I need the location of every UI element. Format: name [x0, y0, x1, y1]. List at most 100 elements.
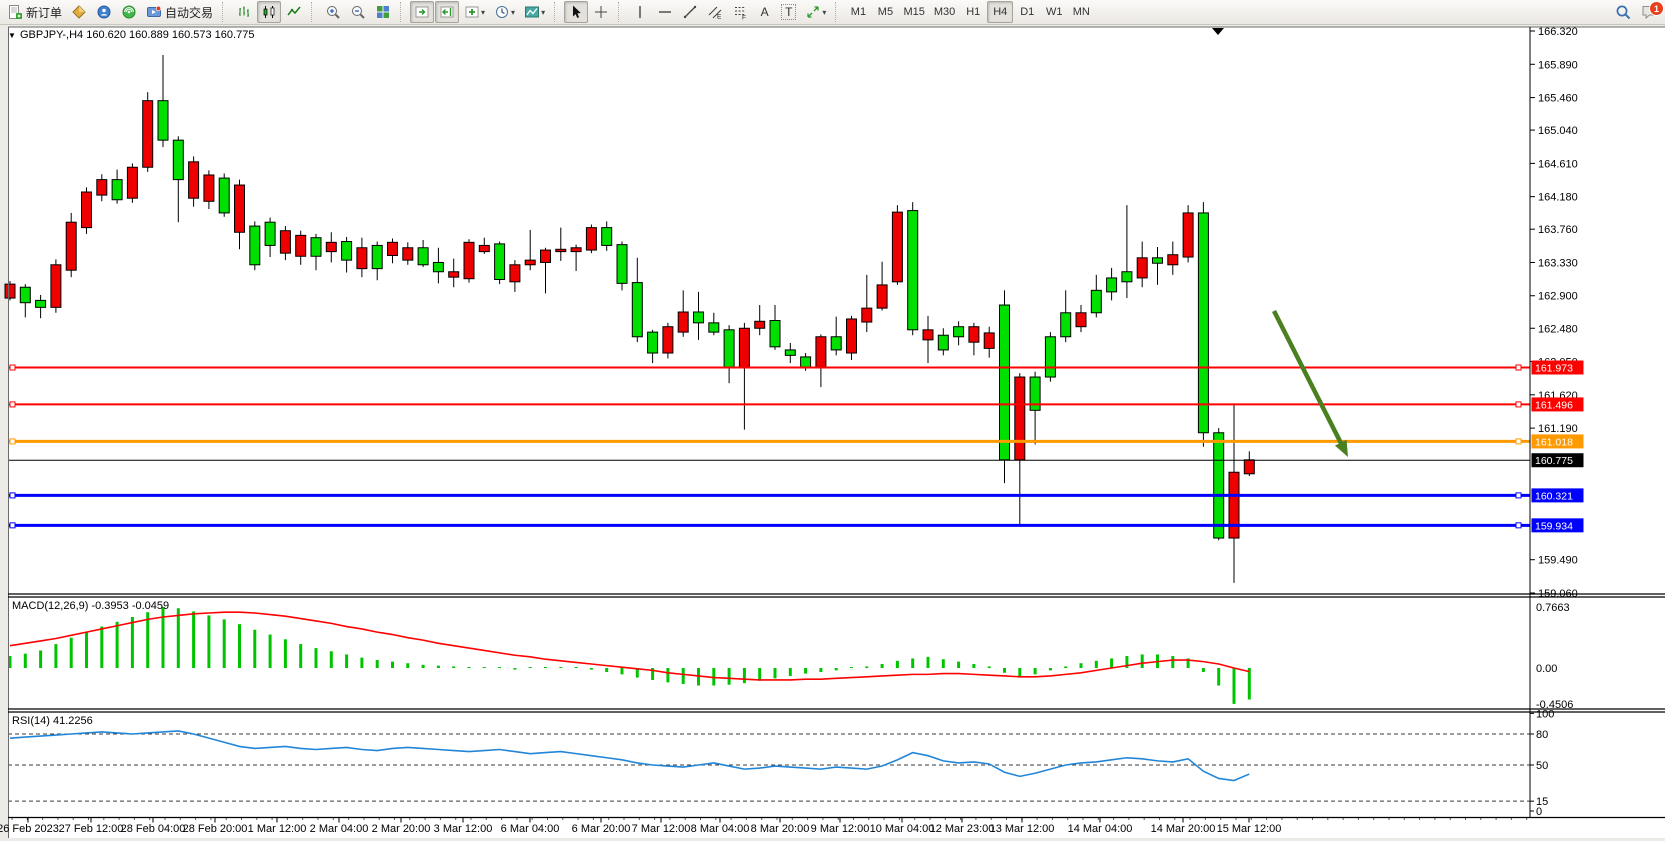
candle-body [418, 248, 428, 265]
rsi-axis-label: 50 [1536, 760, 1548, 772]
trendline-tool-button[interactable] [678, 1, 702, 23]
line-handle[interactable] [10, 523, 15, 528]
candle-body [877, 285, 887, 308]
line-handle[interactable] [10, 493, 15, 498]
bar-chart-button[interactable] [232, 1, 256, 23]
candle-body [97, 180, 107, 195]
crosshair-tool-button[interactable] [589, 1, 613, 23]
fibonacci-tool-button[interactable]: F [728, 1, 752, 23]
candle-body [510, 265, 520, 282]
candle-body [1015, 377, 1025, 460]
candle-body [617, 245, 627, 284]
auto-scroll-icon [414, 4, 430, 20]
line-handle[interactable] [1516, 439, 1521, 444]
candle-body [847, 319, 857, 353]
candle-body [479, 245, 489, 251]
text-tool-button[interactable]: A [753, 1, 776, 23]
tile-windows-button[interactable] [371, 1, 395, 23]
candle-body [112, 180, 122, 200]
zoom-out-button[interactable] [346, 1, 370, 23]
date-label: 12 Mar 23:00 [930, 823, 995, 835]
vps-button[interactable] [117, 1, 141, 23]
line-handle[interactable] [10, 402, 15, 407]
notifications-button[interactable]: 1 [1636, 1, 1662, 23]
period-clock-button[interactable]: ▾ [490, 1, 519, 23]
timeframe-m15-button[interactable]: M15 [899, 1, 928, 23]
equidistant-channel-tool-button[interactable]: E [703, 1, 727, 23]
new-order-button[interactable]: 新订单 [3, 1, 66, 23]
dropdown-arrow-icon[interactable]: ▾ [822, 8, 826, 17]
price-axis-label: 162.900 [1538, 291, 1578, 303]
price-axis-label: 159.490 [1538, 555, 1578, 567]
price-tag-label: 159.934 [1535, 520, 1573, 532]
date-label: 8 Mar 04:00 [691, 823, 750, 835]
toolbar-right-group: 1 [1611, 1, 1662, 23]
notification-badge[interactable]: 1 [1649, 1, 1664, 16]
dropdown-arrow-icon[interactable]: ▾ [541, 8, 545, 17]
timeframe-mn-button[interactable]: MN [1068, 1, 1094, 23]
macd-axis-label: 0.00 [1536, 663, 1557, 675]
toolbar-separator [618, 2, 623, 22]
arrows-tool-button[interactable]: ▾ [801, 1, 830, 23]
candle-body [36, 300, 46, 307]
chart-menu-triangle-icon[interactable]: ▼ [8, 31, 16, 40]
macd-axis-label: 0.7663 [1536, 602, 1570, 614]
search-button[interactable] [1611, 1, 1636, 23]
date-label: 15 Mar 12:00 [1217, 823, 1282, 835]
dropdown-arrow-icon[interactable]: ▾ [481, 8, 485, 17]
fibonacci-icon: F [732, 4, 748, 20]
candle-body [66, 222, 76, 270]
chart-shift-button[interactable] [435, 1, 459, 23]
date-label: 6 Mar 04:00 [501, 823, 560, 835]
autotrade-button[interactable]: 自动交易 [142, 1, 217, 23]
timeframe-m1-button[interactable]: M1 [845, 1, 871, 23]
candle-body [1229, 472, 1239, 538]
toolbar-separator [554, 2, 559, 22]
dropdown-arrow-icon[interactable]: ▾ [511, 8, 515, 17]
cursor-tool-button[interactable] [564, 1, 588, 23]
line-handle[interactable] [1516, 402, 1521, 407]
timeframe-h1-button[interactable]: H1 [960, 1, 986, 23]
autotrade-icon [146, 4, 162, 20]
auto-scroll-button[interactable] [410, 1, 434, 23]
templates-button[interactable]: ▾ [520, 1, 549, 23]
line-handle[interactable] [1516, 365, 1521, 370]
line-chart-button[interactable] [282, 1, 306, 23]
price-axis-label: 166.320 [1538, 26, 1578, 38]
line-handle[interactable] [10, 439, 15, 444]
equidistant-channel-icon: E [707, 4, 723, 20]
candle-body [219, 178, 229, 213]
vertical-line-tool-button[interactable] [628, 1, 652, 23]
svg-text:E: E [717, 14, 722, 21]
market-button[interactable] [67, 1, 91, 23]
chart-canvas[interactable]: 166.320165.890165.460165.040164.610164.1… [0, 25, 1665, 841]
candle-body [51, 265, 61, 308]
toolbar-separator [222, 2, 227, 22]
timeframe-m30-button[interactable]: M30 [930, 1, 959, 23]
line-handle[interactable] [1516, 493, 1521, 498]
chart-background[interactable] [8, 27, 1665, 838]
signals-icon [96, 4, 112, 20]
timeframe-h4-button[interactable]: H4 [987, 1, 1013, 23]
date-label: 9 Mar 12:00 [811, 823, 870, 835]
candlestick-chart-button[interactable] [257, 1, 281, 23]
new-order-label: 新订单 [26, 4, 62, 21]
date-label: 28 Feb 20:00 [183, 823, 248, 835]
zoom-in-button[interactable] [321, 1, 345, 23]
chart-shift-icon [439, 4, 455, 20]
rsi-axis-label: 80 [1536, 729, 1548, 741]
template-chart-icon [524, 4, 540, 20]
signals-button[interactable] [92, 1, 116, 23]
horizontal-line-tool-button[interactable] [653, 1, 677, 23]
candle-body [464, 242, 474, 278]
text-label-tool-button[interactable]: T [777, 1, 800, 23]
add-indicator-button[interactable]: ▾ [460, 1, 489, 23]
line-handle[interactable] [1516, 523, 1521, 528]
timeframe-m5-button[interactable]: M5 [872, 1, 898, 23]
bar-chart-icon [236, 4, 252, 20]
candle-body [143, 101, 153, 168]
line-handle[interactable] [10, 365, 15, 370]
timeframe-d1-button[interactable]: D1 [1014, 1, 1040, 23]
chart-title: GBPJPY-,H4 160.620 160.889 160.573 160.7… [20, 29, 254, 41]
timeframe-w1-button[interactable]: W1 [1041, 1, 1067, 23]
